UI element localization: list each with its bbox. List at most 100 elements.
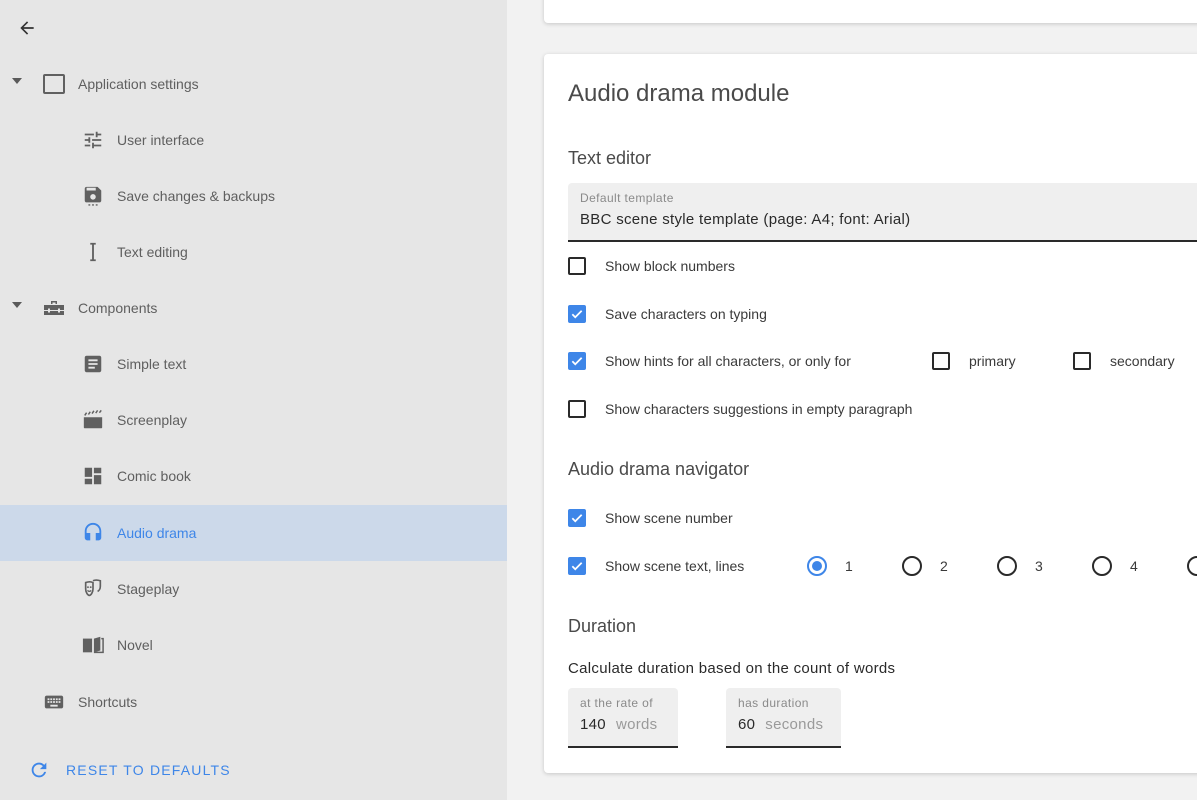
- words-rate-value-wrap: 140 words: [580, 716, 657, 733]
- sidebar-item-label: Audio drama: [117, 525, 197, 541]
- audio-drama-card: Audio drama module Text editor Default t…: [544, 54, 1197, 773]
- show-block-numbers-checkbox[interactable]: [568, 257, 586, 275]
- sidebar-item-label: Simple text: [117, 356, 187, 372]
- lines-option-3: 3: [997, 554, 1043, 578]
- dashboard-icon: [81, 464, 105, 488]
- lines-radio-label: 3: [1035, 558, 1043, 574]
- save-characters-checkbox[interactable]: [568, 305, 586, 323]
- reset-to-defaults-button[interactable]: RESET TO DEFAULTS: [28, 755, 231, 785]
- tune-icon: [81, 128, 105, 152]
- lines-option-1: 1: [807, 554, 853, 578]
- lines-radio-4[interactable]: [1092, 556, 1112, 576]
- sidebar-item-stageplay[interactable]: Stageplay: [0, 561, 507, 617]
- sidebar-item-text-editing[interactable]: Text editing: [0, 224, 507, 280]
- sidebar-item-shortcuts[interactable]: Shortcuts: [0, 674, 507, 730]
- sidebar-item-comic-book[interactable]: Comic book: [0, 448, 507, 504]
- show-suggestions-checkbox[interactable]: [568, 400, 586, 418]
- check-icon: [571, 310, 583, 319]
- default-template-label: Default template: [580, 191, 674, 205]
- sidebar-item-label: Shortcuts: [78, 694, 138, 710]
- show-hints-label: Show hints for all characters, or only f…: [605, 353, 851, 369]
- sidebar-item-simple-text[interactable]: Simple text: [0, 336, 507, 392]
- duration-seconds-value-wrap: 60 seconds: [738, 716, 823, 733]
- duration-seconds-label: has duration: [738, 696, 809, 710]
- sidebar-item-label: Comic book: [117, 468, 191, 484]
- show-scene-text-row: Show scene text, lines: [568, 554, 744, 578]
- keyboard-icon: [42, 690, 66, 714]
- check-icon: [571, 514, 583, 523]
- sidebar-item-screenplay[interactable]: Screenplay: [0, 392, 507, 448]
- show-suggestions-row: Show characters suggestions in empty par…: [568, 397, 912, 421]
- card-title: Audio drama module: [568, 80, 790, 107]
- expand-arrow-icon[interactable]: [12, 78, 22, 84]
- sidebar-item-save-changes[interactable]: Save changes & backups: [0, 168, 507, 224]
- sidebar-item-label: Text editing: [117, 244, 188, 260]
- lines-radio-label: 1: [845, 558, 853, 574]
- headphones-icon: [81, 521, 105, 545]
- show-hints-checkbox[interactable]: [568, 352, 586, 370]
- show-scene-text-checkbox[interactable]: [568, 557, 586, 575]
- arrow-left-icon: [20, 21, 34, 35]
- theater-masks-icon: [81, 577, 105, 601]
- hints-primary-checkbox[interactable]: [932, 352, 950, 370]
- document-icon: [81, 352, 105, 376]
- save-icon: [81, 184, 105, 208]
- duration-description: Calculate duration based on the count of…: [568, 660, 896, 677]
- check-icon: [571, 357, 583, 366]
- hints-secondary-label: secondary: [1110, 353, 1175, 369]
- sidebar-item-label: Screenplay: [117, 412, 188, 428]
- default-template-select[interactable]: Default template BBC scene style templat…: [568, 183, 1197, 242]
- sidebar-item-novel[interactable]: Novel: [0, 617, 507, 673]
- sidebar-item-components[interactable]: Components: [0, 280, 507, 336]
- show-scene-number-row: Show scene number: [568, 506, 733, 530]
- lines-radio-1[interactable]: [807, 556, 827, 576]
- text-editor-section-title: Text editor: [568, 148, 652, 168]
- show-scene-text-label: Show scene text, lines: [605, 558, 745, 574]
- sidebar-item-label: Novel: [117, 637, 153, 653]
- sidebar-item-audio-drama[interactable]: Audio drama: [0, 505, 507, 561]
- hints-secondary-checkbox[interactable]: [1073, 352, 1091, 370]
- show-block-numbers-label: Show block numbers: [605, 258, 735, 274]
- words-rate-value: 140: [580, 716, 606, 733]
- duration-seconds-value: 60: [738, 716, 756, 733]
- refresh-icon: [28, 759, 50, 781]
- sidebar-item-label: User interface: [117, 132, 205, 148]
- lines-radio-label: 2: [940, 558, 948, 574]
- expand-arrow-icon[interactable]: [12, 302, 22, 308]
- show-scene-number-label: Show scene number: [605, 510, 733, 526]
- navigator-section-title: Audio drama navigator: [568, 459, 750, 479]
- check-icon: [571, 562, 583, 571]
- lines-radio-5[interactable]: [1187, 556, 1197, 576]
- duration-seconds-suffix: seconds: [765, 716, 824, 733]
- show-scene-number-checkbox[interactable]: [568, 509, 586, 527]
- hints-primary-label: primary: [969, 353, 1016, 369]
- sidebar-item-label: Stageplay: [117, 581, 180, 597]
- lines-radio-label: 4: [1130, 558, 1138, 574]
- lines-option-2: 2: [902, 554, 948, 578]
- lines-option-4: 4: [1092, 554, 1138, 578]
- default-template-value: BBC scene style template (page: A4; font…: [580, 211, 911, 228]
- toolbox-icon: [42, 296, 66, 320]
- show-hints-row: Show hints for all characters, or only f…: [568, 349, 851, 373]
- sidebar-item-label: Components: [78, 300, 158, 316]
- sidebar-item-user-interface[interactable]: User interface: [0, 112, 507, 168]
- save-characters-row: Save characters on typing: [568, 302, 767, 326]
- sidebar-item-label: Save changes & backups: [117, 188, 275, 204]
- sidebar-item-application-settings[interactable]: Application settings: [0, 56, 507, 112]
- duration-seconds-field[interactable]: has duration 60 seconds: [726, 688, 841, 748]
- sidebar-item-label: Application settings: [78, 76, 199, 92]
- show-block-numbers-row: Show block numbers: [568, 254, 735, 278]
- save-characters-label: Save characters on typing: [605, 306, 767, 322]
- words-rate-field[interactable]: at the rate of 140 words: [568, 688, 678, 748]
- text-cursor-icon: [81, 240, 105, 264]
- hints-secondary-option: secondary: [1073, 349, 1175, 373]
- show-suggestions-label: Show characters suggestions in empty par…: [605, 401, 913, 417]
- hints-primary-option: primary: [932, 349, 1016, 373]
- lines-radio-3[interactable]: [997, 556, 1017, 576]
- back-button[interactable]: [14, 15, 40, 41]
- duration-section-title: Duration: [568, 616, 637, 636]
- book-open-icon: [81, 633, 105, 657]
- reset-label: RESET TO DEFAULTS: [66, 762, 231, 778]
- lines-radio-2[interactable]: [902, 556, 922, 576]
- clapperboard-icon: [81, 408, 105, 432]
